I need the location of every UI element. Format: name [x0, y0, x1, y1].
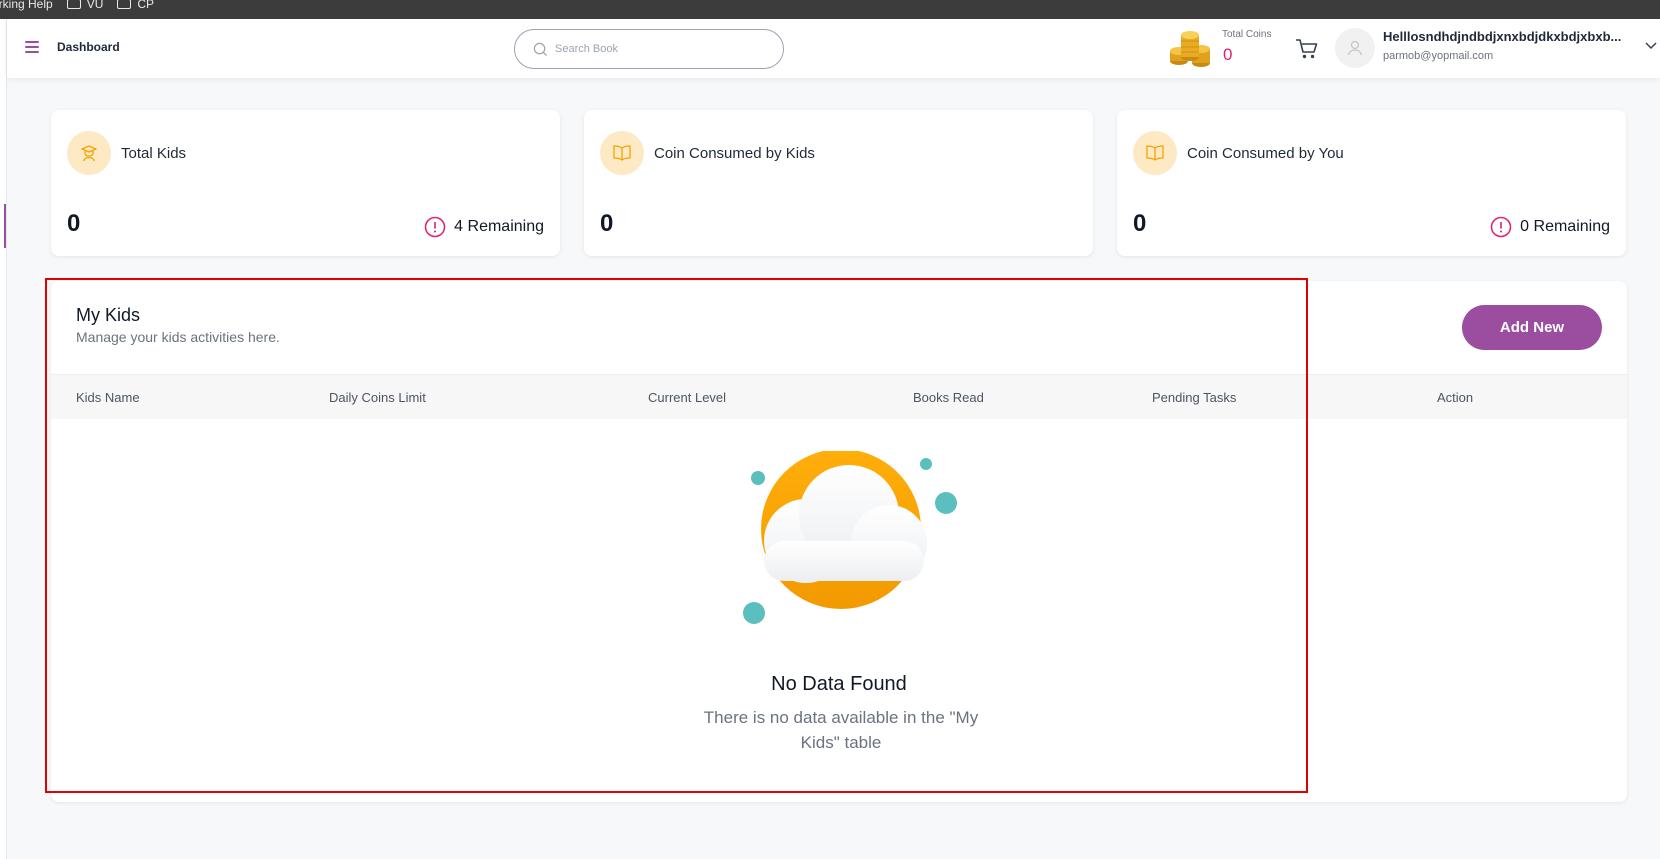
stat-card-total-kids: Total Kids 0 4 Remaining [51, 110, 560, 256]
stat-remaining-label: 0 Remaining [1520, 218, 1610, 235]
rail-active-indicator [4, 204, 6, 248]
user-icon [1347, 40, 1363, 56]
cart-icon[interactable] [1294, 37, 1320, 61]
search-input[interactable] [555, 39, 775, 59]
column-kids-name: Kids Name [76, 390, 140, 405]
left-rail [0, 19, 7, 859]
total-coins-value: 0 [1223, 45, 1233, 64]
top-bar: Dashboard Total Coins 0 Helllosndhdjndbd… [7, 19, 1660, 78]
stat-title: Coin Consumed by Kids [654, 145, 815, 162]
coin-stack-icon [1170, 31, 1210, 67]
stat-remaining: 4 Remaining [424, 216, 544, 238]
user-name: Helllosndhdjndbdjxnxbdjdkxbdjxbxb... [1383, 29, 1622, 44]
column-pending-tasks: Pending Tasks [1152, 390, 1237, 405]
page-title: Dashboard [57, 40, 120, 54]
bookmarks-bar: orking Help VU CP [0, 0, 1660, 19]
folder-icon [117, 0, 132, 9]
user-email: parmob@yopmail.com [1383, 50, 1494, 62]
folder-icon [66, 0, 81, 9]
book-icon [1133, 131, 1177, 175]
column-current-level: Current Level [648, 390, 727, 405]
stat-title: Total Kids [121, 145, 187, 162]
section-title: My Kids [76, 305, 141, 325]
stat-card-coin-consumed-by-you: Coin Consumed by You 0 0 Remaining [1117, 110, 1626, 256]
alert-icon [1490, 216, 1512, 238]
stat-card-coin-consumed-by-kids: Coin Consumed by Kids 0 [584, 110, 1093, 256]
search-box[interactable] [514, 29, 784, 69]
stat-value: 0 [600, 210, 614, 237]
section-subtitle: Manage your kids activities here. [76, 329, 280, 345]
avatar[interactable] [1335, 28, 1375, 68]
bookmark-cp[interactable]: CP [117, 0, 154, 11]
stat-value: 0 [67, 210, 81, 237]
bookmark-working-help[interactable]: orking Help [0, 0, 53, 11]
stat-value: 0 [1133, 210, 1147, 237]
bookmark-vu[interactable]: VU [66, 0, 103, 11]
stat-title: Coin Consumed by You [1187, 145, 1344, 162]
chevron-down-icon[interactable] [1644, 41, 1658, 51]
column-action: Action [1437, 390, 1474, 405]
search-icon [533, 42, 548, 57]
column-daily-coins-limit: Daily Coins Limit [329, 390, 426, 405]
alert-icon [424, 216, 446, 238]
total-coins-label: Total Coins [1222, 29, 1272, 40]
my-kids-card: My Kids Manage your kids activities here… [51, 281, 1627, 802]
hamburger-menu-icon[interactable] [25, 41, 39, 53]
table-header: Kids Name Daily Coins Limit Current Leve… [51, 374, 1627, 419]
empty-state-cloud-illustration [743, 451, 957, 624]
empty-state-description: There is no data available in the "My Ki… [703, 708, 979, 752]
stat-remaining-label: 4 Remaining [454, 218, 544, 235]
add-new-button[interactable]: Add New [1462, 305, 1602, 350]
column-books-read: Books Read [913, 390, 984, 405]
empty-state-title: No Data Found [771, 673, 907, 695]
graduate-icon [67, 131, 111, 175]
book-icon [600, 131, 644, 175]
stat-remaining: 0 Remaining [1490, 216, 1610, 238]
